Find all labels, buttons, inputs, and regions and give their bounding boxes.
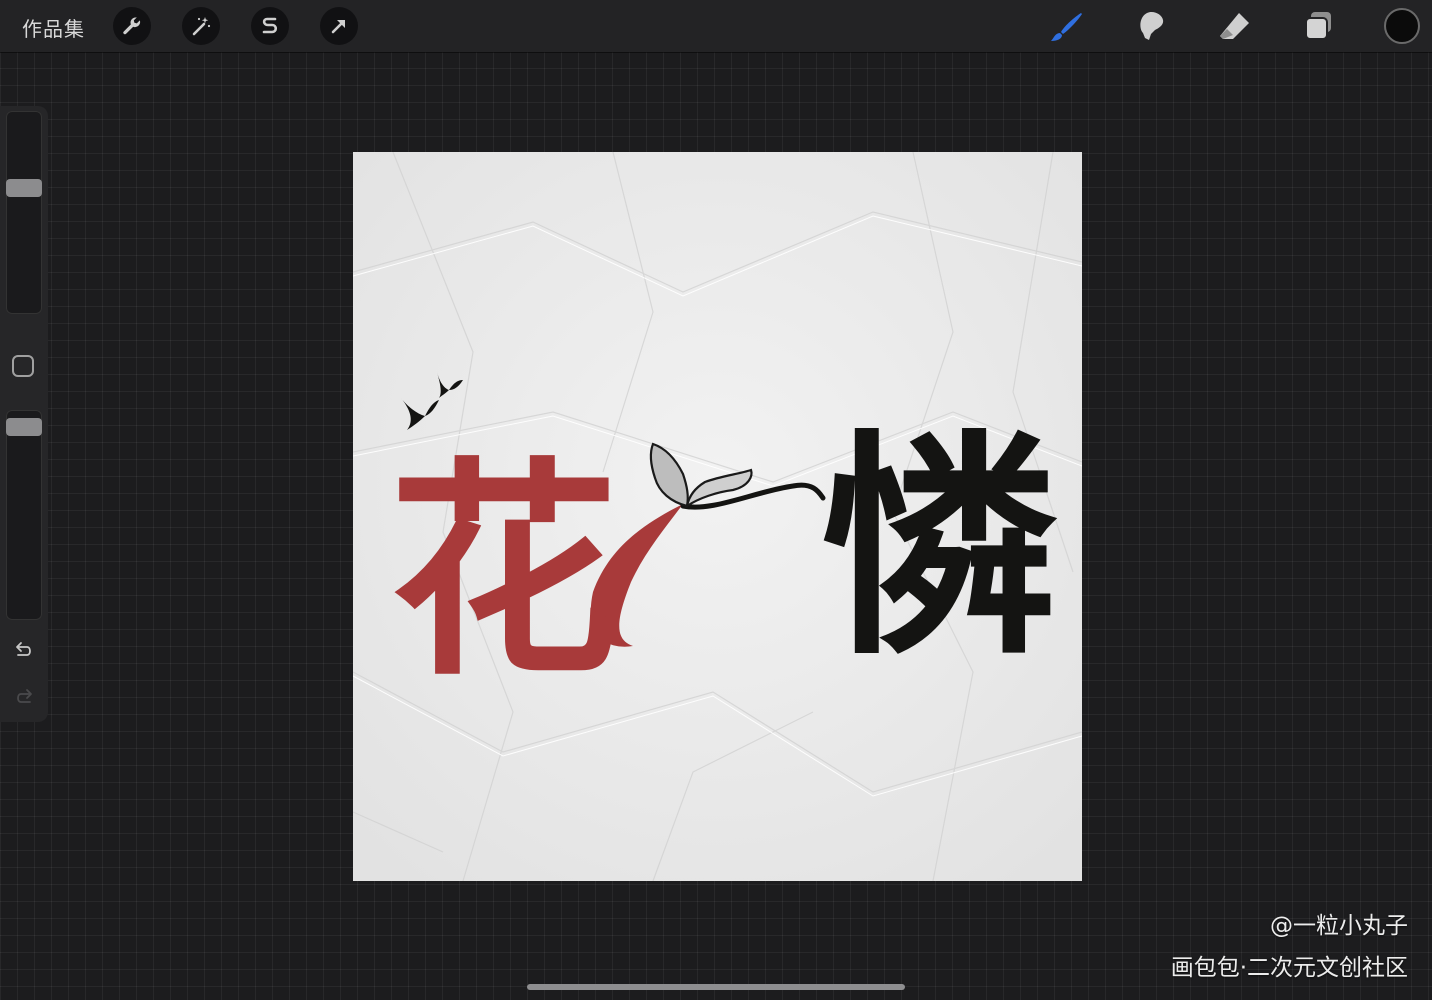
magic-wand-icon: [192, 17, 211, 36]
color-picker-button[interactable]: [1384, 8, 1420, 44]
watermark-site: 画包包·二次元文创社区: [1170, 955, 1408, 981]
drawing-canvas[interactable]: 花 憐: [353, 152, 1082, 881]
top-toolbar: 作品集: [0, 0, 1432, 52]
opacity-knob[interactable]: [6, 418, 42, 436]
left-sidebar: [0, 106, 48, 722]
watermark-author: @一粒小丸子: [1270, 913, 1408, 939]
opacity-slider[interactable]: [6, 410, 42, 620]
artwork-illustration: 花 憐: [353, 152, 1082, 881]
brush-icon: [1051, 13, 1082, 41]
smudge-icon: [1140, 11, 1164, 40]
selection-icon: [262, 17, 278, 34]
redo-button[interactable]: [10, 684, 38, 712]
brush-size-knob[interactable]: [6, 179, 42, 197]
transform-button[interactable]: [320, 7, 358, 45]
home-indicator: [527, 984, 905, 990]
brush-tool[interactable]: [1049, 8, 1085, 44]
layers-button[interactable]: [1301, 8, 1337, 44]
selection-button[interactable]: [251, 7, 289, 45]
wrench-icon: [123, 17, 141, 35]
undo-button[interactable]: [10, 637, 38, 665]
adjustments-button[interactable]: [182, 7, 220, 45]
brush-size-slider[interactable]: [6, 111, 42, 314]
redo-arrow-icon: [17, 689, 32, 703]
smudge-tool[interactable]: [1133, 8, 1169, 44]
black-character: 憐: [821, 408, 1058, 686]
gallery-button[interactable]: 作品集: [22, 13, 85, 42]
transform-arrow-icon: [331, 20, 345, 34]
actions-button[interactable]: [113, 7, 151, 45]
modifier-button[interactable]: [12, 355, 34, 377]
layers-icon: [1305, 12, 1331, 40]
eraser-icon: [1220, 13, 1249, 39]
undo-arrow-icon: [16, 642, 31, 656]
red-character: 花: [389, 437, 619, 707]
eraser-tool[interactable]: [1217, 8, 1253, 44]
